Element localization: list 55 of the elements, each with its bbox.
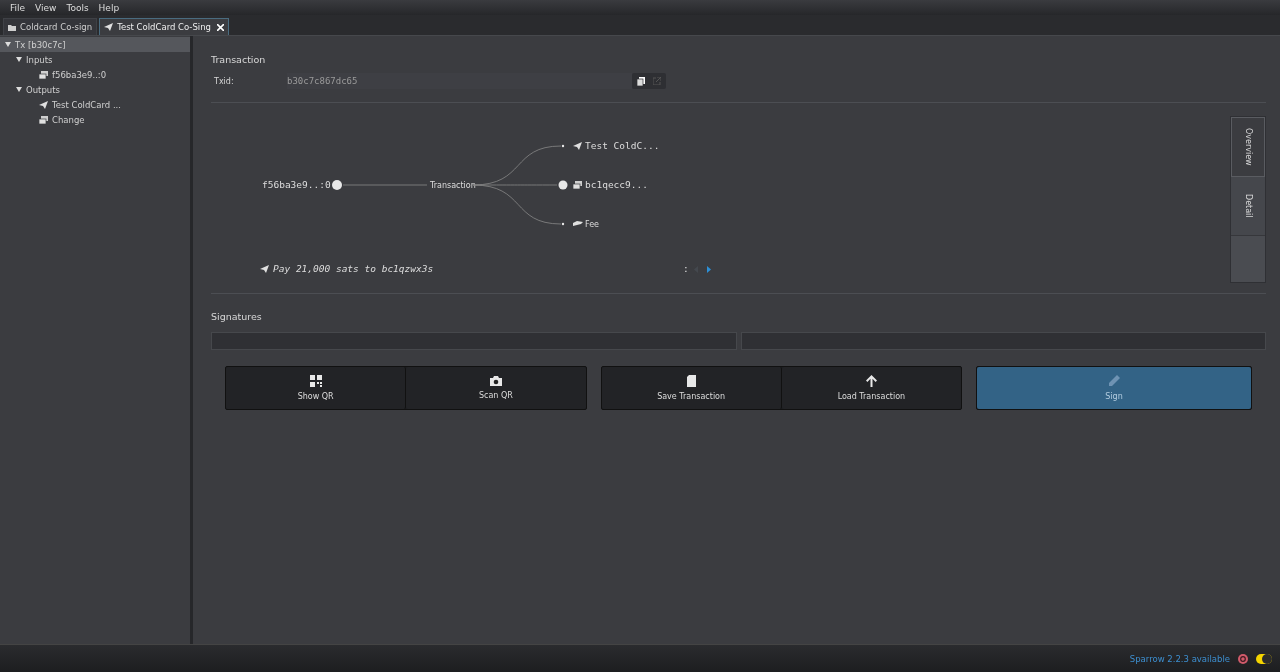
output-label: bc1qecc9... (585, 179, 648, 190)
action-button[interactable]: Save Transaction (601, 367, 782, 409)
hand-icon (573, 221, 583, 226)
output-label: Fee (585, 220, 599, 229)
action-button[interactable]: Load Transaction (781, 367, 961, 409)
menu-item[interactable]: Help (93, 2, 125, 13)
sd-card-icon (686, 375, 696, 387)
input-node (332, 180, 342, 190)
tree-item[interactable]: Test ColdCard ... (0, 97, 190, 112)
tree-item[interactable]: Inputs (0, 52, 190, 67)
coins-icon (39, 115, 48, 124)
section-title: Transaction (211, 54, 267, 65)
menu-item[interactable]: File (5, 2, 31, 13)
action-button[interactable]: Scan QR (406, 367, 586, 409)
output-node (561, 144, 565, 148)
tree-item[interactable]: Change (0, 112, 190, 127)
output-node (558, 180, 568, 190)
tree-item[interactable]: Outputs (0, 82, 190, 97)
folder-icon (8, 23, 16, 31)
up-arrow-icon (865, 375, 877, 387)
field-label: Txid: (214, 76, 235, 86)
tree-item[interactable]: f56ba3e9..:0 (0, 67, 190, 82)
section-title: Signatures (211, 311, 263, 322)
txid-field[interactable]: b30c7c867dc65 (287, 73, 632, 89)
action-button[interactable]: Show QR (226, 367, 407, 409)
input-label: f56ba3e9..:0 (262, 179, 331, 190)
pen-icon (1108, 375, 1120, 387)
tor-icon (1238, 653, 1248, 664)
coins-icon (573, 181, 582, 189)
theme-toggle[interactable] (1256, 653, 1272, 664)
menu-item[interactable]: Tools (61, 2, 94, 13)
paper-plane-icon (104, 23, 114, 31)
expanded-arrow-icon[interactable] (16, 87, 22, 92)
menu-item[interactable]: View (30, 2, 62, 13)
tree-item[interactable]: Tx [b30c7c] (0, 37, 190, 52)
coins-icon (39, 70, 48, 79)
expanded-arrow-icon[interactable] (5, 42, 11, 47)
transaction-label: Transaction (430, 181, 476, 190)
page-indicator: : (683, 263, 689, 274)
output-node (561, 222, 565, 226)
expanded-arrow-icon[interactable] (16, 57, 22, 62)
next-arrow-icon[interactable] (707, 266, 711, 273)
paper-plane-icon (260, 265, 269, 273)
tab[interactable]: Test ColdCard Co-Sing (99, 18, 229, 35)
close-icon[interactable] (217, 23, 224, 31)
update-link[interactable]: Sparrow 2.2.3 available (1129, 653, 1230, 664)
camera-icon (489, 376, 502, 386)
tab[interactable]: Coldcard Co-sign (3, 18, 98, 35)
paper-plane-icon (573, 142, 582, 150)
paper-plane-icon (39, 100, 48, 109)
payment-summary: Pay 21,000 sats to bc1qzwx3s (273, 263, 434, 274)
side-tab[interactable]: Overview (1231, 117, 1265, 177)
output-label: Test ColdC... (585, 140, 660, 151)
qr-code-icon (309, 375, 322, 387)
side-tab[interactable]: Detail (1231, 177, 1265, 236)
